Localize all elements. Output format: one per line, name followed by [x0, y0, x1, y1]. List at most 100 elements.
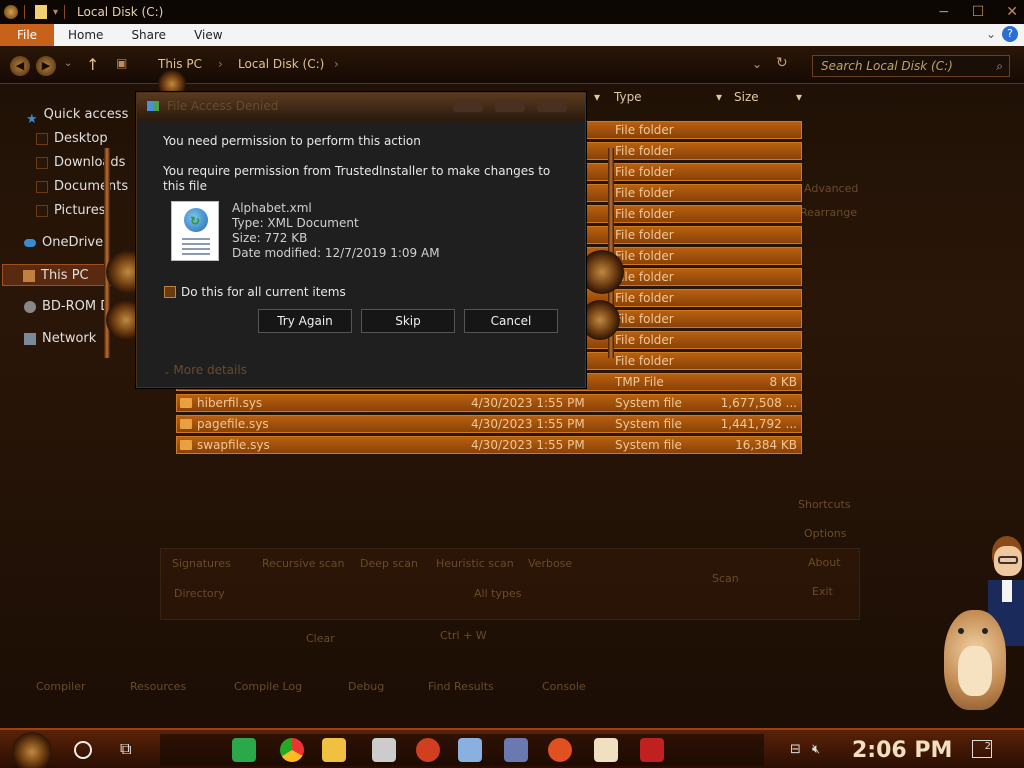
file-name-cell: hiberfil.sys: [197, 396, 263, 410]
recent-chevron-icon[interactable]: ⌄: [64, 58, 72, 69]
nav-desktop[interactable]: Desktop: [36, 128, 108, 150]
file-row[interactable]: hiberfil.sys 4/30/2023 1:55 PM System file…: [176, 394, 802, 412]
file-explorer-icon[interactable]: [322, 738, 346, 762]
tab-share[interactable]: Share: [117, 24, 180, 46]
task-view-icon[interactable]: ⧉: [120, 739, 131, 759]
file-type-cell: File folder: [615, 165, 674, 179]
file-name: Alphabet.xml: [232, 201, 312, 215]
file-type-cell: System file: [615, 438, 682, 452]
app-icon[interactable]: [416, 738, 440, 762]
dialog-message: You require permission from TrustedInsta…: [163, 164, 551, 193]
search-placeholder: Search Local Disk (C:): [821, 59, 953, 73]
help-icon[interactable]: ?: [1002, 26, 1018, 42]
column-header-size[interactable]: Size: [734, 90, 759, 110]
network-tray-icon[interactable]: ⊟: [790, 742, 801, 757]
tab-home[interactable]: Home: [54, 24, 117, 46]
file-type-cell: File folder: [615, 228, 674, 242]
cortana-icon[interactable]: [74, 741, 92, 759]
file-type-cell: File folder: [615, 207, 674, 221]
nav-onedrive[interactable]: OneDrive: [24, 232, 103, 254]
background-label: Resources: [130, 680, 187, 693]
try-again-button[interactable]: Try Again: [258, 309, 352, 333]
back-icon[interactable]: ◀: [10, 56, 30, 76]
apply-all-checkbox[interactable]: [164, 286, 176, 298]
file-icon: [180, 440, 192, 450]
nav-this-pc[interactable]: This PC: [2, 264, 112, 286]
notepad-icon[interactable]: [458, 738, 482, 762]
skip-button[interactable]: Skip: [361, 309, 455, 333]
expand-ribbon-icon[interactable]: ⌄: [986, 27, 996, 41]
refresh-icon[interactable]: ↻: [776, 55, 788, 71]
cancel-button[interactable]: Cancel: [464, 309, 558, 333]
nav-bd-rom[interactable]: BD-ROM D: [24, 296, 110, 318]
forward-icon[interactable]: ▶: [36, 56, 56, 76]
search-input[interactable]: Search Local Disk (C:) ⌕: [812, 55, 1010, 77]
sort-chevron-icon[interactable]: ▾: [594, 90, 600, 110]
close-icon[interactable]: ✕: [1006, 4, 1018, 20]
background-label: Exit: [812, 585, 833, 598]
breadcrumb-chevron-icon[interactable]: ›: [334, 57, 339, 71]
ribbon-tabs: File Home Share View ⌄ ?: [0, 24, 1024, 46]
tab-view[interactable]: View: [180, 24, 236, 46]
nav-downloads[interactable]: Downloads: [36, 152, 125, 174]
minimize-icon[interactable]: −: [938, 4, 950, 20]
nav-quick-access[interactable]: ★ Quick access: [26, 104, 128, 127]
file-access-denied-dialog: File Access Denied You need permission t…: [136, 92, 586, 388]
notification-center-icon[interactable]: 2: [972, 740, 992, 758]
unity-icon[interactable]: [372, 738, 396, 762]
file-row[interactable]: pagefile.sys 4/30/2023 1:55 PM System file…: [176, 415, 802, 433]
nav-network[interactable]: Network: [24, 328, 96, 350]
maximize-icon[interactable]: ☐: [972, 4, 985, 20]
breadcrumb-chevron-icon[interactable]: ›: [218, 57, 223, 71]
start-gear-icon[interactable]: [12, 732, 52, 768]
file-date-cell: 4/30/2023 1:55 PM: [471, 417, 585, 431]
nav-label: OneDrive: [42, 235, 104, 250]
folder-icon[interactable]: [35, 5, 47, 19]
chevron-down-icon: ⌄: [163, 367, 174, 377]
background-label: Signatures: [172, 557, 231, 570]
background-label: Console: [542, 680, 586, 693]
nav-label: BD-ROM D: [42, 299, 111, 314]
devcpp-icon[interactable]: [640, 738, 664, 762]
dialog-minimize-icon[interactable]: [453, 102, 483, 112]
network-icon: [24, 332, 36, 345]
nav-documents[interactable]: Documents: [36, 176, 128, 198]
more-details-link[interactable]: ⌄ More details: [163, 363, 247, 377]
address-dropdown-icon[interactable]: ⌄: [752, 57, 762, 71]
breadcrumb-local-disk[interactable]: Local Disk (C:): [238, 57, 324, 71]
hamster-figure: [944, 610, 1006, 710]
background-label: Advanced: [804, 182, 859, 195]
column-size-dropdown-icon[interactable]: ▾: [796, 90, 802, 110]
virtualbox-icon[interactable]: [504, 738, 528, 762]
taskbar: ⧉ ⊟ 🔇︎ 2:06 PM 2: [0, 728, 1024, 768]
background-label: Find Results: [428, 680, 494, 693]
background-label: Clear: [306, 632, 335, 645]
column-type-dropdown-icon[interactable]: ▾: [716, 90, 722, 110]
up-arrow-icon[interactable]: ↑: [86, 55, 99, 74]
file-icon: [180, 419, 192, 429]
tab-file[interactable]: File: [0, 24, 54, 46]
sheets-icon[interactable]: [232, 738, 256, 762]
dialog-close-icon[interactable]: [537, 102, 567, 112]
chrome-icon[interactable]: [280, 738, 304, 762]
nav-label: Documents: [54, 179, 129, 194]
volume-muted-icon[interactable]: 🔇︎: [812, 742, 820, 757]
pictures-icon: [36, 204, 48, 217]
file-row[interactable]: swapfile.sys 4/30/2023 1:55 PM System file…: [176, 436, 802, 454]
dialog-title: File Access Denied: [167, 99, 279, 113]
search-icon: ⌕: [996, 59, 1003, 73]
file-size: Size: 772 KB: [232, 231, 308, 245]
taskbar-clock[interactable]: 2:06 PM: [852, 738, 952, 763]
chevron-down-icon[interactable]: ▾: [53, 7, 58, 18]
nav-label: This PC: [41, 268, 89, 283]
explorer-icon[interactable]: [4, 5, 18, 19]
breadcrumb-this-pc[interactable]: This PC: [158, 57, 202, 71]
cloud-icon: [24, 238, 36, 247]
nav-pictures[interactable]: Pictures: [36, 200, 105, 222]
app3-icon[interactable]: [594, 738, 618, 762]
desktop: Advanced Rearrange Shortcuts Options Abo…: [0, 0, 1024, 768]
dialog-maximize-icon[interactable]: [495, 102, 525, 112]
file-name-cell: swapfile.sys: [197, 438, 270, 452]
column-header-type[interactable]: Type: [614, 90, 642, 110]
app2-icon[interactable]: [548, 738, 572, 762]
